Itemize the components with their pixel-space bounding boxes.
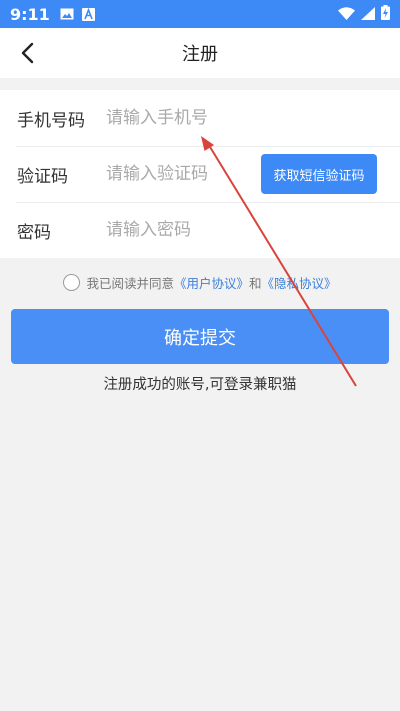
status-bar: 9:11: [0, 0, 400, 28]
agreement-row: 我已阅读并同意 《用户协议》 和 《隐私协议》: [0, 270, 400, 294]
wifi-icon: [338, 5, 355, 24]
code-input[interactable]: [106, 156, 251, 192]
get-sms-code-button[interactable]: 获取短信验证码: [261, 154, 377, 194]
submit-button[interactable]: 确定提交: [11, 309, 389, 364]
a-box-icon: [81, 7, 95, 21]
password-input[interactable]: [106, 212, 376, 248]
status-time: 9:11: [10, 4, 50, 24]
register-note: 注册成功的账号,可登录兼职猫: [103, 377, 297, 393]
code-row: 验证码 获取短信验证码: [0, 146, 400, 202]
signal-icon: [361, 5, 375, 24]
back-button[interactable]: [10, 36, 44, 70]
agreement-prefix: 我已阅读并同意: [86, 275, 174, 291]
user-agreement-link[interactable]: 《用户协议》: [174, 273, 249, 292]
chevron-left-icon: [21, 42, 34, 64]
status-icons: [338, 4, 390, 24]
privacy-policy-link[interactable]: 《隐私协议》: [262, 273, 337, 292]
title-bar: 注册: [0, 28, 400, 78]
password-row: 密码: [0, 202, 400, 258]
phone-label: 手机号码: [17, 110, 85, 131]
agreement-radio[interactable]: [63, 273, 81, 291]
register-form: 手机号码 验证码 获取短信验证码 密码: [0, 90, 400, 258]
image-icon: [60, 8, 74, 20]
password-label: 密码: [17, 222, 51, 243]
code-label: 验证码: [17, 166, 68, 187]
battery-charging-icon: [381, 4, 390, 24]
page-title: 注册: [182, 44, 218, 65]
phone-row: 手机号码: [0, 90, 400, 146]
agreement-conjunction: 和: [249, 275, 262, 291]
phone-input[interactable]: [106, 100, 376, 136]
